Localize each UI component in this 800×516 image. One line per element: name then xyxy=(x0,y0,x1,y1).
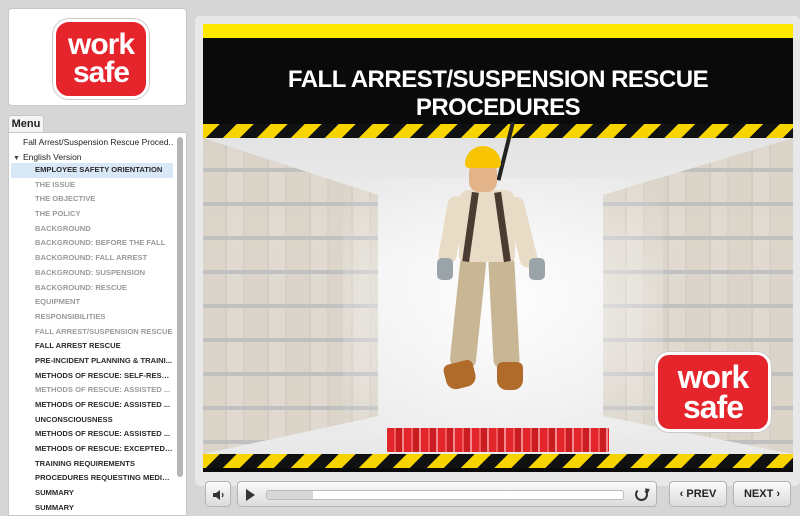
menu-item[interactable]: BACKGROUND: FALL ARREST xyxy=(11,251,173,266)
menu-course-title[interactable]: Fall Arrest/Suspension Rescue Proced... xyxy=(23,137,173,147)
menu-version-node[interactable]: ▼ English Version xyxy=(13,152,82,162)
slide-logo-line-2: safe xyxy=(682,389,744,425)
suspended-worker-illustration xyxy=(425,116,565,416)
menu-item[interactable]: BACKGROUND xyxy=(11,222,173,237)
menu-item[interactable]: SUMMARY xyxy=(11,486,173,501)
player-controls: ‹ PREV NEXT › xyxy=(195,478,800,516)
menu-item[interactable]: TRAINING REQUIREMENTS xyxy=(11,457,173,472)
slide: FALL ARREST/SUSPENSION RESCUE PROCEDURES… xyxy=(203,24,793,472)
slide-title: FALL ARREST/SUSPENSION RESCUE PROCEDURES xyxy=(287,66,709,121)
menu-item[interactable]: FALL ARREST/SUSPENSION RESCUE xyxy=(11,325,173,340)
menu-item[interactable]: BACKGROUND: BEFORE THE FALL xyxy=(11,236,173,251)
chevron-left-icon: ‹ xyxy=(679,488,684,500)
menu-item[interactable]: BACKGROUND: SUSPENSION xyxy=(11,266,173,281)
menu-item[interactable]: PRE-INCIDENT PLANNING & TRAINI... xyxy=(11,354,173,369)
menu-item[interactable]: THE ISSUE xyxy=(11,178,173,193)
menu-item[interactable]: THE POLICY xyxy=(11,207,173,222)
next-label: NEXT xyxy=(743,488,774,500)
slide-logo-line-1: work xyxy=(677,358,750,395)
menu-item[interactable]: UNCONSCIOUSNESS xyxy=(11,413,173,428)
menu-item[interactable]: SUMMARY xyxy=(11,501,173,515)
menu-panel: Fall Arrest/Suspension Rescue Proced... … xyxy=(8,132,187,516)
replay-icon[interactable] xyxy=(635,488,648,501)
sidebar: work safe Menu Fall Arrest/Suspension Re… xyxy=(0,0,195,516)
worker-leg-left xyxy=(449,254,487,370)
chevron-right-icon: › xyxy=(776,488,781,500)
hazard-stripe-bottom xyxy=(203,454,793,468)
volume-button[interactable] xyxy=(205,481,231,507)
glove-right xyxy=(529,258,545,280)
progress-track[interactable] xyxy=(266,490,624,500)
menu-item[interactable]: METHODS OF RESCUE: SELF-RESC... xyxy=(11,369,173,384)
menu-item[interactable]: RESPONSIBILITIES xyxy=(11,310,173,325)
logo-panel: work safe xyxy=(8,8,187,106)
logo-line-1: work xyxy=(67,27,135,61)
menu-item[interactable]: EMPLOYEE SAFETY ORIENTATION xyxy=(11,163,173,178)
menu-item[interactable]: PROCEDURES REQUESTING MEDIC... xyxy=(11,471,173,486)
next-button[interactable]: NEXT › xyxy=(733,481,791,507)
slide-worksafe-logo: work safe xyxy=(655,352,771,432)
glove-left xyxy=(437,258,453,280)
top-yellow-strip xyxy=(203,24,793,38)
worksafe-logo: work safe xyxy=(53,19,149,99)
menu-item[interactable]: METHODS OF RESCUE: ASSISTED ... xyxy=(11,427,173,442)
hard-hat xyxy=(465,146,501,168)
menu-version-label: English Version xyxy=(22,152,82,162)
pixelated-caption xyxy=(387,428,609,452)
menu-item[interactable]: FALL ARREST RESCUE xyxy=(11,339,173,354)
tab-menu[interactable]: Menu xyxy=(8,115,44,133)
boot-right xyxy=(497,362,523,390)
menu-scrollbar[interactable] xyxy=(177,137,183,477)
playback-bar xyxy=(237,481,657,507)
menu-item[interactable]: METHODS OF RESCUE: ASSISTED ... xyxy=(11,398,173,413)
boot-left xyxy=(442,358,478,392)
logo-line-2: safe xyxy=(72,56,130,89)
menu-item[interactable]: METHODS OF RESCUE: EXCEPTED ... xyxy=(11,442,173,457)
bottom-black-strip xyxy=(203,468,793,472)
progress-fill xyxy=(267,491,314,499)
worker-leg-right xyxy=(488,255,520,369)
menu-item[interactable]: EQUIPMENT xyxy=(11,295,173,310)
lanyard-rope xyxy=(496,121,515,181)
play-icon[interactable] xyxy=(246,489,255,501)
menu-item[interactable]: METHODS OF RESCUE: ASSISTED ... xyxy=(11,383,173,398)
menu-list: EMPLOYEE SAFETY ORIENTATION THE ISSUE THE … xyxy=(11,163,173,515)
triangle-down-icon[interactable]: ▼ xyxy=(13,155,20,162)
prev-label: PREV xyxy=(686,488,717,500)
menu-item[interactable]: BACKGROUND: RESCUE xyxy=(11,281,173,296)
speaker-icon xyxy=(213,490,224,500)
menu-item[interactable]: THE OBJECTIVE xyxy=(11,192,173,207)
prev-button[interactable]: ‹ PREV xyxy=(669,481,727,507)
